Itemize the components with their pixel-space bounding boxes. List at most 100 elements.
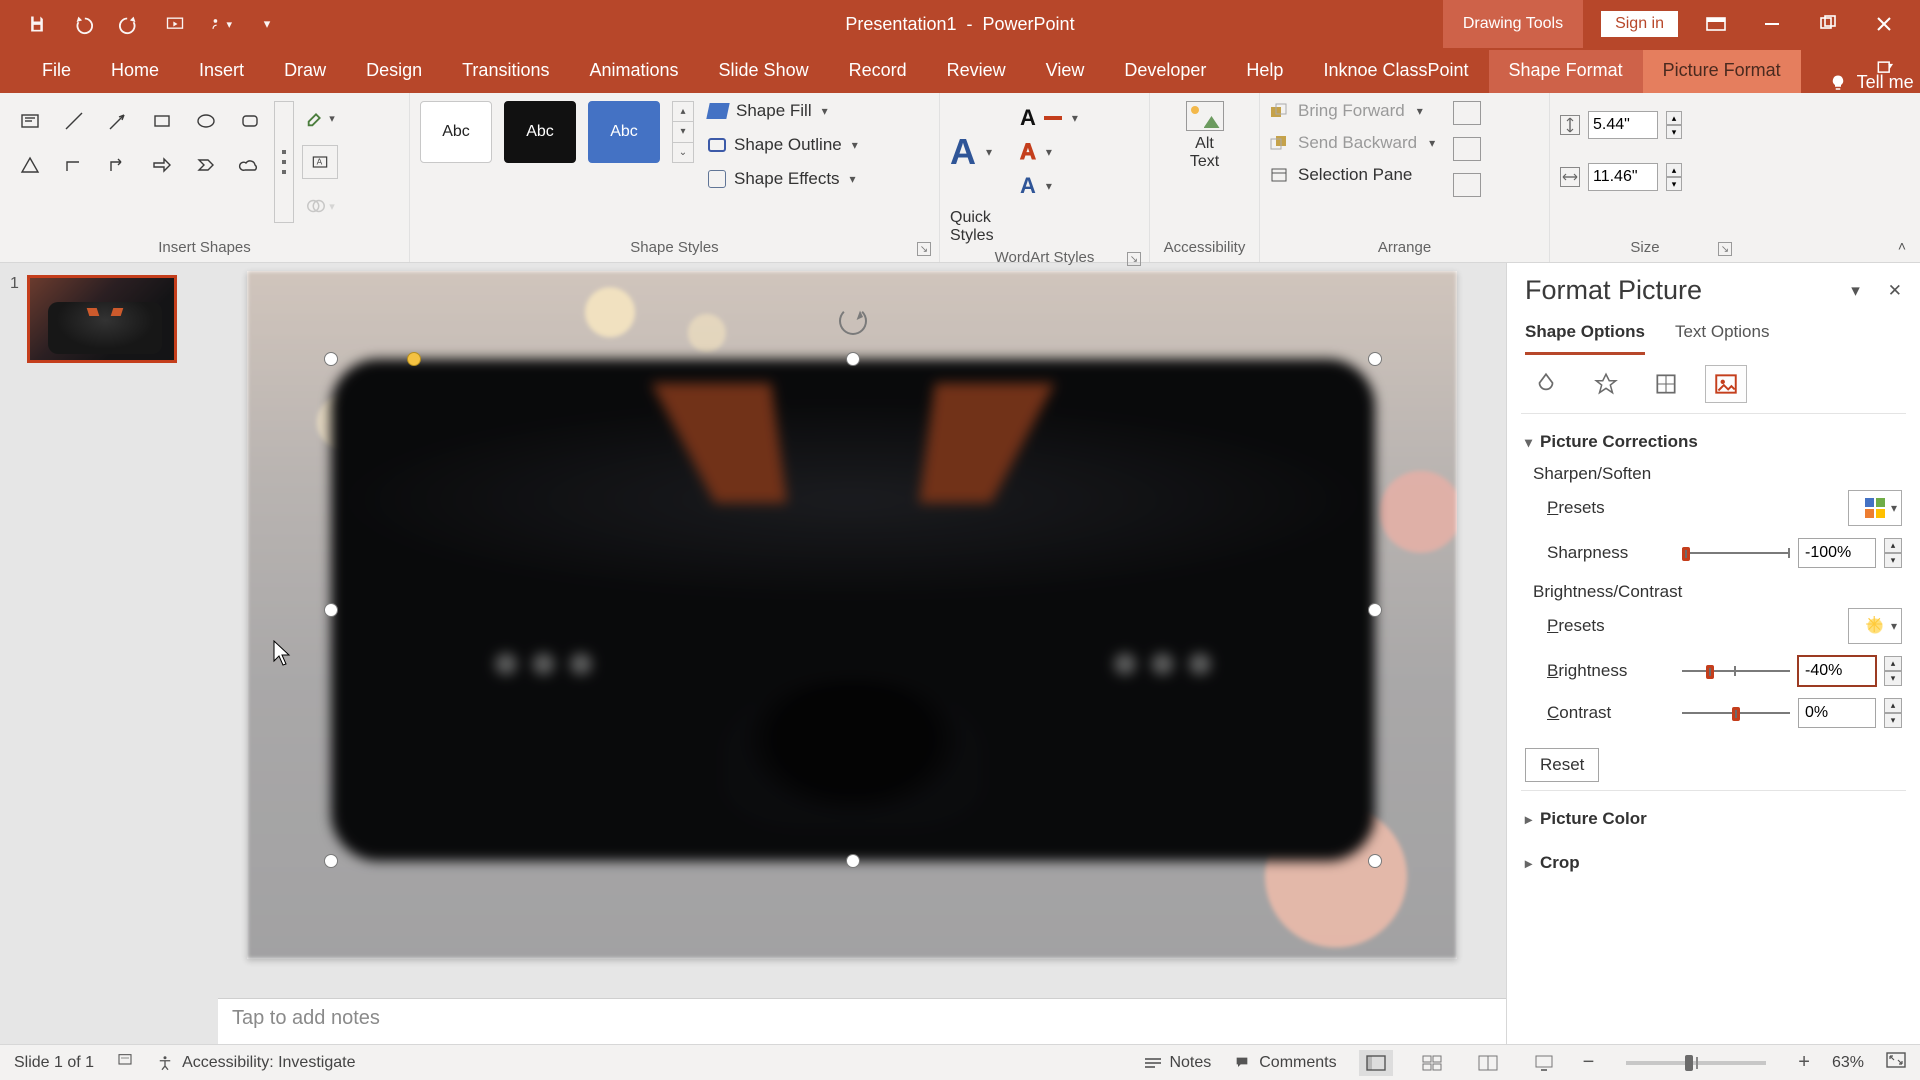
resize-handle-mr[interactable] [1368, 603, 1382, 617]
brightness-input[interactable] [1798, 656, 1876, 686]
tab-shape-format[interactable]: Shape Format [1489, 50, 1643, 93]
text-fill-button[interactable]: A▾ [1020, 105, 1078, 131]
wordart-dialog-launcher[interactable]: ↘ [1127, 252, 1141, 266]
resize-handle-bl[interactable] [324, 854, 338, 868]
alt-text-button[interactable]: Alt Text [1160, 101, 1249, 171]
share-icon[interactable] [1874, 58, 1896, 83]
qat-customize-icon[interactable]: ▾ [256, 13, 278, 35]
bring-forward-button[interactable]: Bring Forward▾ [1270, 101, 1435, 121]
zoom-slider[interactable] [1626, 1061, 1766, 1065]
notes-toggle[interactable]: Notes [1145, 1054, 1211, 1072]
style-swatch-2[interactable]: Abc [504, 101, 576, 163]
shapes-gallery[interactable] [10, 101, 270, 223]
sharpness-spinner[interactable]: ▴▾ [1884, 538, 1902, 568]
touch-mode-icon[interactable]: ▾ [210, 13, 232, 35]
style-gallery-expand[interactable]: ▴▾⌄ [672, 101, 694, 163]
merge-shapes-icon[interactable]: ▾ [302, 189, 338, 223]
comments-toggle[interactable]: Comments [1233, 1054, 1336, 1072]
tab-record[interactable]: Record [829, 50, 927, 93]
tab-picture-format[interactable]: Picture Format [1643, 50, 1801, 93]
fit-to-window-icon[interactable] [1886, 1052, 1906, 1073]
status-notes-icon[interactable] [116, 1052, 134, 1073]
effects-category-icon[interactable] [1585, 365, 1627, 403]
shape-effects-button[interactable]: Shape Effects▾ [708, 169, 858, 189]
shape-line-arrow-icon[interactable] [98, 101, 138, 141]
resize-handle-bm[interactable] [846, 854, 860, 868]
picture-corrections-header[interactable]: ▾Picture Corrections [1525, 424, 1902, 460]
edit-shape-icon[interactable]: ▾ [302, 101, 338, 135]
tab-draw[interactable]: Draw [264, 50, 346, 93]
zoom-percent[interactable]: 63% [1832, 1054, 1864, 1072]
contrast-spinner[interactable]: ▴▾ [1884, 698, 1902, 728]
brightness-spinner[interactable]: ▴▾ [1884, 656, 1902, 686]
size-dialog-launcher[interactable]: ↘ [1718, 242, 1732, 256]
selection-pane-button[interactable]: Selection Pane [1270, 165, 1435, 185]
shape-elbow-arrow-icon[interactable] [98, 145, 138, 185]
tab-design[interactable]: Design [346, 50, 442, 93]
shape-chevron-icon[interactable] [186, 145, 226, 185]
tab-shape-options[interactable]: Shape Options [1525, 316, 1645, 355]
adjustment-handle[interactable] [407, 352, 421, 366]
width-input[interactable] [1588, 163, 1658, 191]
height-control[interactable]: ▴▾ [1560, 111, 1730, 139]
text-outline-button[interactable]: A▾ [1020, 139, 1078, 165]
tab-text-options[interactable]: Text Options [1675, 316, 1770, 355]
style-swatch-1[interactable]: Abc [420, 101, 492, 163]
tab-slideshow[interactable]: Slide Show [699, 50, 829, 93]
draw-textbox-icon[interactable]: A [302, 145, 338, 179]
normal-view-icon[interactable] [1359, 1050, 1393, 1076]
selected-picture[interactable] [331, 359, 1375, 861]
size-properties-icon[interactable] [1645, 365, 1687, 403]
send-backward-button[interactable]: Send Backward▾ [1270, 133, 1435, 153]
collapse-ribbon-icon[interactable]: ˄ [1898, 238, 1906, 254]
shape-elbow-icon[interactable] [54, 145, 94, 185]
undo-icon[interactable] [72, 13, 94, 35]
contrast-slider[interactable] [1682, 707, 1790, 719]
resize-handle-tr[interactable] [1368, 352, 1382, 366]
width-control[interactable]: ▴▾ [1560, 163, 1730, 191]
notes-pane[interactable]: Tap to add notes [218, 998, 1506, 1044]
group-button[interactable] [1453, 137, 1481, 161]
redo-icon[interactable] [118, 13, 140, 35]
align-button[interactable] [1453, 101, 1481, 125]
reset-button[interactable]: Reset [1525, 748, 1599, 782]
picture-category-icon[interactable] [1705, 365, 1747, 403]
width-spinner[interactable]: ▴▾ [1666, 163, 1682, 191]
shape-rect-icon[interactable] [142, 101, 182, 141]
save-icon[interactable] [26, 13, 48, 35]
tell-me-search[interactable]: Tell me [1829, 72, 1914, 93]
shape-triangle-icon[interactable] [10, 145, 50, 185]
tab-home[interactable]: Home [91, 50, 179, 93]
resize-handle-tm[interactable] [846, 352, 860, 366]
slide-thumbnail-pane[interactable]: 1 [0, 263, 218, 1044]
tab-help[interactable]: Help [1226, 50, 1303, 93]
pane-options-icon[interactable]: ▾ [1851, 281, 1860, 301]
contrast-input[interactable] [1798, 698, 1876, 728]
quick-styles-button[interactable]: A ▾ A▾ A▾ A▾ [950, 105, 1139, 199]
slide-counter[interactable]: Slide 1 of 1 [14, 1054, 94, 1072]
sign-in-button[interactable]: Sign in [1601, 11, 1678, 37]
crop-header[interactable]: ▸Crop [1525, 845, 1902, 881]
tab-view[interactable]: View [1026, 50, 1105, 93]
shape-block-arrow-icon[interactable] [142, 145, 182, 185]
style-swatch-3[interactable]: Abc [588, 101, 660, 163]
sharpness-input[interactable] [1798, 538, 1876, 568]
picture-color-header[interactable]: ▸Picture Color [1525, 801, 1902, 837]
slide-canvas[interactable] [247, 271, 1457, 959]
shape-fill-button[interactable]: Shape Fill▾ [708, 101, 858, 121]
tab-insert[interactable]: Insert [179, 50, 264, 93]
pane-close-icon[interactable]: ✕ [1888, 281, 1902, 301]
resize-handle-tl[interactable] [324, 352, 338, 366]
shape-oval-icon[interactable] [186, 101, 226, 141]
shape-textbox-icon[interactable] [10, 101, 50, 141]
shapes-gallery-expand[interactable] [274, 101, 294, 223]
slide-sorter-view-icon[interactable] [1415, 1050, 1449, 1076]
shape-outline-button[interactable]: Shape Outline▾ [708, 135, 858, 155]
tab-developer[interactable]: Developer [1104, 50, 1226, 93]
minimize-icon[interactable] [1762, 14, 1782, 34]
fill-line-icon[interactable] [1525, 365, 1567, 403]
sharpness-slider[interactable] [1682, 547, 1790, 559]
brightness-presets-button[interactable] [1848, 608, 1902, 644]
sharpen-presets-button[interactable] [1848, 490, 1902, 526]
maximize-icon[interactable] [1818, 14, 1838, 34]
